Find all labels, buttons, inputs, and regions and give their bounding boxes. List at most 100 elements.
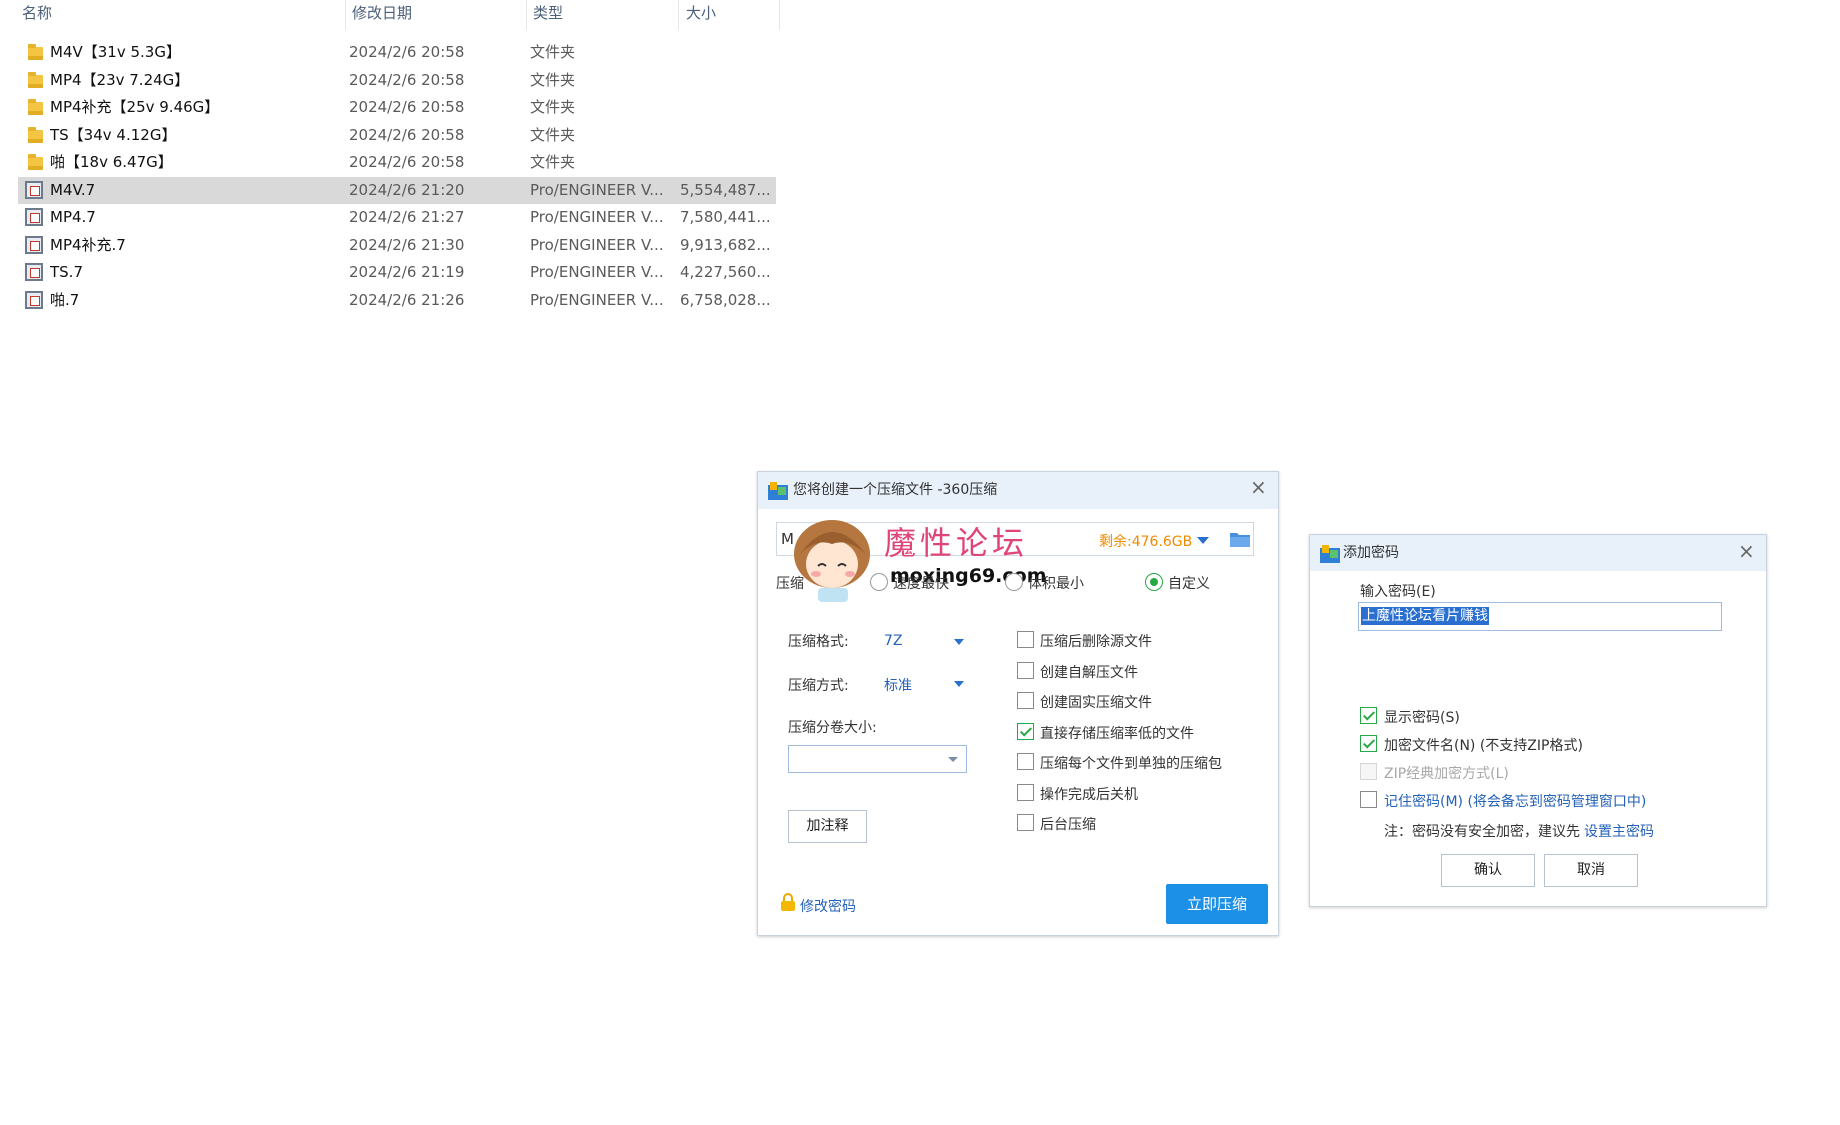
- folder-icon: [28, 126, 43, 143]
- split-size-label: 压缩分卷大小:: [788, 720, 877, 736]
- file-row[interactable]: MP4补充.7 2024/2/6 21:30 Pro/ENGINEER V... 9,…: [18, 232, 776, 259]
- cancel-button[interactable]: 取消: [1544, 854, 1638, 887]
- file-name: TS.7: [50, 263, 83, 281]
- option-label: 直接存储压缩率低的文件: [1040, 725, 1194, 742]
- security-note: 注：密码没有安全加密，建议先: [1384, 824, 1580, 840]
- file-row[interactable]: TS.7 2024/2/6 21:19 Pro/ENGINEER V... 4,227…: [18, 259, 776, 286]
- file-size: 6,758,028...: [680, 290, 771, 309]
- password-option-label: 加密文件名(N) (不支持ZIP格式): [1384, 738, 1583, 754]
- file-row[interactable]: MP4.7 2024/2/6 21:27 Pro/ENGINEER V... 7,58…: [18, 204, 776, 231]
- file-type: 文件夹: [530, 153, 576, 171]
- file-name: M4V.7: [50, 180, 96, 199]
- file-date: 2024/2/6 21:26: [349, 290, 465, 309]
- file-date: 2024/2/6 20:58: [349, 70, 465, 89]
- option-label: 操作完成后关机: [1040, 786, 1138, 803]
- add-comment-button[interactable]: 加注释: [788, 810, 867, 843]
- password-input-label: 输入密码(E): [1360, 584, 1436, 600]
- file-name: 啪【18v 6.47G】: [50, 153, 173, 171]
- option-checkbox[interactable]: [1017, 661, 1034, 679]
- file-type: Pro/ENGINEER V...: [530, 290, 664, 309]
- file-type: 文件夹: [530, 70, 576, 89]
- method-select[interactable]: 标准: [884, 675, 912, 695]
- split-size-combobox[interactable]: [788, 745, 967, 773]
- option-checkbox[interactable]: [1017, 814, 1034, 831]
- remember-password-checkbox[interactable]: [1360, 791, 1377, 808]
- option-checkbox[interactable]: [1017, 631, 1034, 648]
- file-type: 文件夹: [530, 98, 576, 116]
- format-select[interactable]: 7Z: [884, 633, 903, 649]
- file-date: 2024/2/6 21:19: [349, 263, 465, 281]
- file-type: Pro/ENGINEER V...: [530, 263, 664, 281]
- password-option-checkbox[interactable]: [1360, 735, 1377, 752]
- split-dropdown-chevron-icon[interactable]: [948, 757, 958, 762]
- close-icon[interactable]: ×: [1738, 541, 1755, 561]
- option-checkbox[interactable]: [1017, 722, 1034, 740]
- close-icon[interactable]: ×: [1250, 477, 1267, 497]
- file-size: 7,580,441...: [680, 208, 771, 226]
- option-label: 创建固实压缩文件: [1040, 695, 1152, 711]
- set-master-password-link[interactable]: 设置主密码: [1584, 821, 1654, 841]
- archive-file-icon: [25, 290, 43, 309]
- method-label: 压缩方式:: [788, 678, 849, 694]
- column-divider[interactable]: [779, 0, 780, 30]
- dialog-titlebar[interactable]: 您将创建一个压缩文件 -360压缩: [758, 472, 1278, 509]
- column-header-date[interactable]: 修改日期: [352, 0, 412, 30]
- sort-chevron-icon: ⌃: [172, 0, 181, 7]
- change-password-link[interactable]: 修改密码: [800, 896, 856, 916]
- add-password-dialog: 添加密码 × 输入密码(E) 上魔性论坛看片赚钱 显示密码(S) 加密文件名(N)…: [1309, 534, 1767, 907]
- file-row[interactable]: M4V.7 2024/2/6 21:20 Pro/ENGINEER V... 5,55…: [18, 176, 776, 204]
- column-divider[interactable]: [678, 0, 679, 30]
- free-space-label: 剩余:476.6GB: [1099, 534, 1193, 550]
- password-input[interactable]: 上魔性论坛看片赚钱: [1358, 602, 1722, 631]
- folder-icon: [28, 44, 43, 60]
- password-option-label: 显示密码(S): [1384, 710, 1460, 726]
- password-input-value: 上魔性论坛看片赚钱: [1361, 607, 1489, 625]
- mode-radio-custom[interactable]: [1145, 573, 1163, 591]
- column-header-type[interactable]: 类型: [533, 0, 563, 30]
- archive-file-icon: [25, 235, 43, 254]
- password-option-checkbox: [1360, 763, 1377, 780]
- path-dropdown-chevron-icon[interactable]: [1197, 537, 1209, 544]
- file-type: 文件夹: [530, 125, 576, 144]
- file-date: 2024/2/6 21:30: [349, 235, 465, 254]
- mode-radio-smallest[interactable]: [1005, 573, 1023, 591]
- file-row[interactable]: 啪【18v 6.47G】 2024/2/6 20:58 文件夹: [18, 149, 776, 176]
- file-row[interactable]: M4V【31v 5.3G】 2024/2/6 20:58 文件夹: [18, 39, 776, 66]
- file-name: 啪.7: [50, 290, 80, 309]
- file-type: 文件夹: [530, 43, 576, 61]
- file-name: MP4补充【25v 9.46G】: [50, 98, 220, 116]
- file-row[interactable]: MP4【23v 7.24G】 2024/2/6 20:58 文件夹: [18, 67, 776, 94]
- column-divider[interactable]: [345, 0, 346, 30]
- folder-icon: [28, 99, 43, 115]
- file-name: TS【34v 4.12G】: [50, 125, 177, 144]
- file-row[interactable]: TS【34v 4.12G】 2024/2/6 20:58 文件夹: [18, 122, 776, 149]
- option-checkbox[interactable]: [1017, 692, 1034, 709]
- file-date: 2024/2/6 20:58: [349, 153, 465, 171]
- column-header-name[interactable]: 名称: [22, 0, 52, 30]
- file-name: MP4.7: [50, 208, 96, 226]
- format-dropdown-chevron-icon[interactable]: [954, 639, 964, 645]
- archive-file-icon: [25, 263, 43, 281]
- column-header-size[interactable]: 大小: [686, 0, 716, 30]
- option-checkbox[interactable]: [1017, 753, 1034, 770]
- dialog-titlebar[interactable]: 添加密码: [1310, 535, 1766, 571]
- file-date: 2024/2/6 20:58: [349, 98, 465, 116]
- file-type: Pro/ENGINEER V...: [530, 208, 664, 226]
- method-dropdown-chevron-icon[interactable]: [954, 681, 964, 687]
- column-divider[interactable]: [526, 0, 527, 30]
- archive-file-icon: [25, 208, 43, 226]
- file-date: 2024/2/6 21:20: [349, 180, 465, 199]
- file-date: 2024/2/6 20:58: [349, 43, 465, 61]
- folder-icon: [28, 71, 43, 88]
- remember-password-link[interactable]: 记住密码(M) (将会备忘到密码管理窗口中): [1384, 791, 1646, 811]
- mode-label-smallest: 体积最小: [1028, 576, 1084, 592]
- file-row[interactable]: 啪.7 2024/2/6 21:26 Pro/ENGINEER V... 6,758,…: [18, 287, 776, 314]
- file-date: 2024/2/6 20:58: [349, 125, 465, 144]
- password-option-checkbox[interactable]: [1360, 707, 1377, 724]
- ok-button[interactable]: 确认: [1441, 854, 1535, 887]
- compress-now-button[interactable]: 立即压缩: [1166, 884, 1268, 924]
- browse-folder-icon[interactable]: [1230, 531, 1250, 547]
- option-checkbox[interactable]: [1017, 783, 1034, 801]
- file-row[interactable]: MP4补充【25v 9.46G】 2024/2/6 20:58 文件夹: [18, 94, 776, 121]
- mode-radio-fastest[interactable]: [870, 573, 888, 591]
